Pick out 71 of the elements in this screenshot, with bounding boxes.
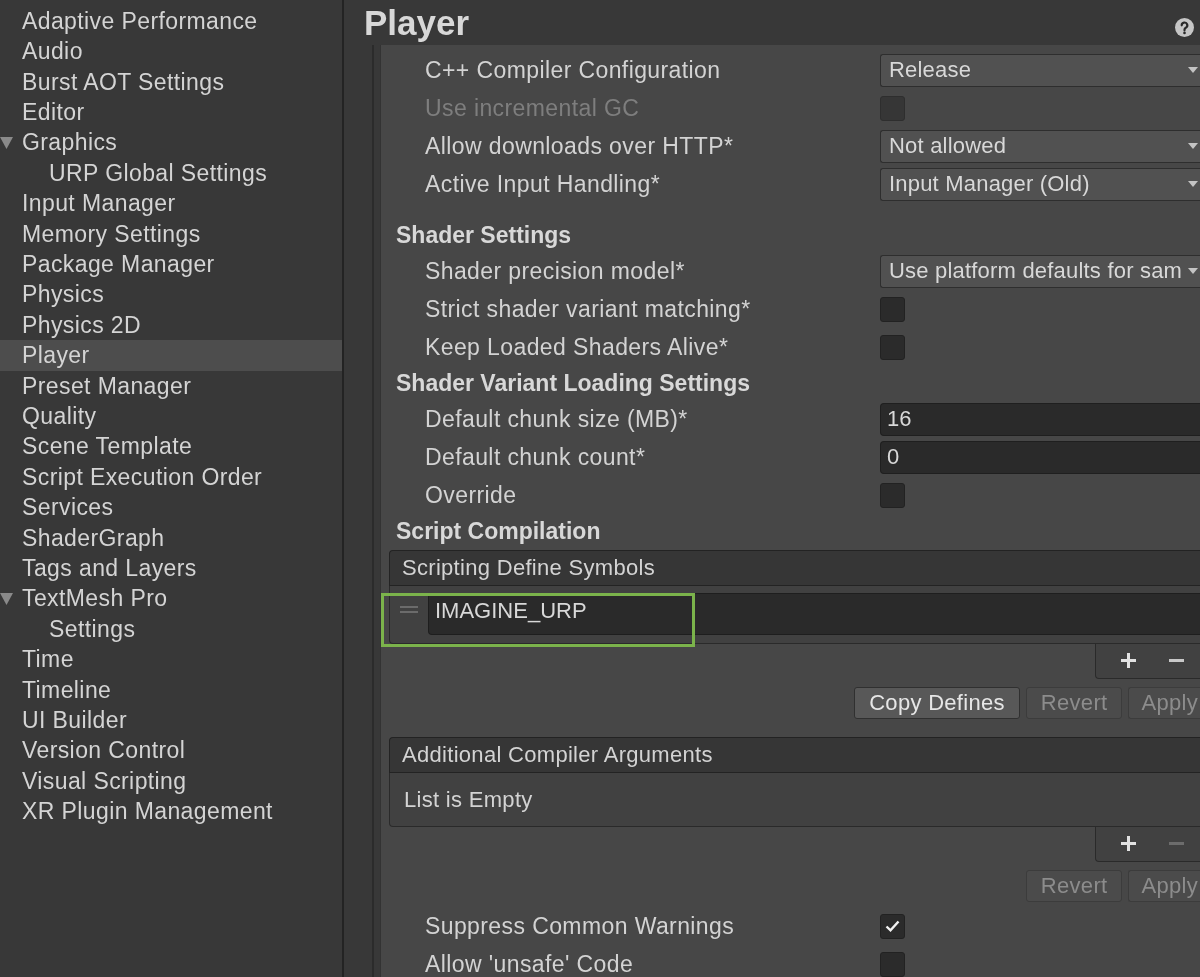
dropdown[interactable]: Release xyxy=(880,53,1200,87)
sidebar-item[interactable]: UI Builder xyxy=(0,705,342,736)
sidebar-item[interactable]: Physics xyxy=(0,279,342,311)
checkbox[interactable] xyxy=(880,296,905,322)
sidebar-item[interactable]: Script Execution Order xyxy=(0,462,342,493)
checkbox[interactable] xyxy=(880,334,905,360)
triangle-down-icon[interactable] xyxy=(0,136,13,149)
sidebar-item[interactable]: XR Plugin Management xyxy=(0,796,342,827)
sidebar-item[interactable]: Time xyxy=(0,644,342,675)
sidebar-item[interactable]: Player xyxy=(0,340,342,371)
sidebar-item[interactable]: Timeline xyxy=(0,674,342,706)
sidebar-item[interactable]: Visual Scripting xyxy=(0,766,342,797)
sidebar-item[interactable]: Input Manager xyxy=(0,188,342,219)
sidebar-item[interactable]: Tags and Layers xyxy=(0,553,342,584)
caret-down-icon xyxy=(1188,67,1198,73)
property-label: Active Input Handling* xyxy=(425,170,661,198)
list-header: Additional Compiler Arguments xyxy=(389,737,1200,773)
sidebar-item[interactable]: Graphics xyxy=(0,127,342,159)
sidebar-item[interactable]: Memory Settings xyxy=(0,218,342,250)
drag-handle-icon[interactable] xyxy=(400,606,418,613)
property-label: Override xyxy=(425,481,517,509)
minus-icon xyxy=(1168,842,1184,845)
sidebar-item[interactable]: Package Manager xyxy=(0,249,342,280)
section-heading: Script Compilation xyxy=(396,517,601,545)
sidebar-item[interactable]: Quality xyxy=(0,401,342,432)
property-label: Allow 'unsafe' Code xyxy=(425,950,634,977)
sidebar-item[interactable]: TextMesh Pro xyxy=(0,583,342,615)
list-header: Scripting Define Symbols xyxy=(389,550,1200,586)
plus-icon xyxy=(1120,653,1136,668)
sidebar-item[interactable]: ShaderGraph xyxy=(0,522,342,554)
sidebar-item[interactable]: Physics 2D xyxy=(0,310,342,341)
action-button[interactable]: Copy Defines xyxy=(854,687,1020,719)
property-label: Suppress Common Warnings xyxy=(425,912,735,940)
property-label: Default chunk count* xyxy=(425,443,646,471)
help-icon[interactable] xyxy=(1175,17,1194,37)
dropdown[interactable]: Use platform defaults for sam xyxy=(880,254,1200,288)
sidebar-item[interactable]: Burst AOT Settings xyxy=(0,66,342,98)
number-field[interactable]: 0 xyxy=(880,440,1200,474)
sidebar-item[interactable]: Preset Manager xyxy=(0,370,342,402)
property-label: Allow downloads over HTTP* xyxy=(425,132,734,160)
property-label: Shader precision model* xyxy=(425,257,685,285)
sidebar-item[interactable]: Settings xyxy=(0,614,342,645)
dropdown[interactable]: Not allowed xyxy=(880,129,1200,163)
sidebar-item[interactable]: Services xyxy=(0,492,342,523)
sidebar-item[interactable]: URP Global Settings xyxy=(0,158,342,189)
checkbox[interactable] xyxy=(880,482,905,508)
plus-icon xyxy=(1120,836,1136,851)
empty-list-text: List is Empty xyxy=(403,785,534,814)
section-heading: Shader Settings xyxy=(396,221,572,249)
property-label: Keep Loaded Shaders Alive* xyxy=(425,333,729,361)
sidebar-item[interactable]: Scene Template xyxy=(0,431,342,463)
dropdown[interactable]: Input Manager (Old) xyxy=(880,167,1200,201)
sidebar-item[interactable]: Adaptive Performance xyxy=(0,6,342,37)
sidebar-item[interactable]: Version Control xyxy=(0,735,342,767)
sidebar-item[interactable]: Audio xyxy=(0,36,342,67)
triangle-down-icon[interactable] xyxy=(0,592,13,605)
property-label: Default chunk size (MB)* xyxy=(425,405,688,433)
text-field[interactable]: IMAGINE_URP xyxy=(428,593,1200,635)
inspector-title: Player xyxy=(364,2,470,43)
checkbox[interactable] xyxy=(880,913,905,939)
caret-down-icon xyxy=(1188,268,1198,274)
property-label: Strict shader variant matching* xyxy=(425,295,751,323)
property-label: C++ Compiler Configuration xyxy=(425,56,721,84)
check-icon xyxy=(885,920,900,932)
sidebar-item[interactable]: Editor xyxy=(0,97,342,128)
caret-down-icon xyxy=(1188,181,1198,187)
section-heading: Shader Variant Loading Settings xyxy=(396,369,750,397)
minus-icon xyxy=(1168,659,1184,662)
caret-down-icon xyxy=(1188,143,1198,149)
checkbox[interactable] xyxy=(880,951,905,977)
number-field[interactable]: 16 xyxy=(880,402,1200,436)
